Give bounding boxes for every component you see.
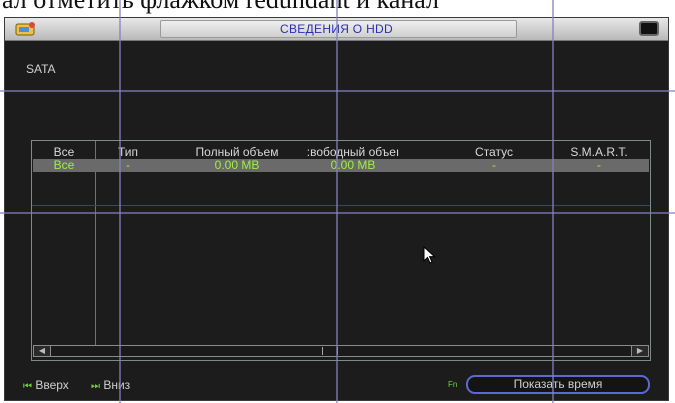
header-total-capacity[interactable]: Полный объем	[178, 146, 296, 159]
fn-key-label: Fn	[448, 380, 458, 389]
page-down-label: Вниз	[103, 378, 131, 392]
guide-line	[0, 90, 675, 92]
page-up-label: Вверх	[35, 378, 69, 392]
table-row[interactable]: Все - 0.00 MB 0.00 MB - -	[33, 159, 649, 172]
mouse-cursor-icon	[423, 246, 436, 264]
guide-line	[0, 212, 675, 214]
header-type[interactable]: Тип	[103, 146, 153, 159]
guide-line	[552, 0, 554, 403]
cell-type: -	[126, 159, 130, 172]
guide-line	[119, 0, 121, 403]
window-button[interactable]	[639, 21, 659, 36]
arrow-left-icon[interactable]: ◀	[34, 346, 51, 356]
page-up-button[interactable]: ⏮ Вверх	[23, 378, 69, 392]
cell-all: Все	[53, 159, 75, 172]
guide-line	[336, 0, 338, 403]
hdd-table: Все Тип Полный объем :вободный объеı Ста…	[31, 140, 651, 361]
row-divider	[32, 205, 650, 206]
cell-free-space: 0.00 MB	[330, 159, 376, 172]
header-free-space[interactable]: :вободный объеı	[298, 146, 408, 159]
skip-back-icon: ⏮	[23, 381, 32, 392]
header-status[interactable]: Статус	[453, 146, 535, 159]
horizontal-scrollbar[interactable]: ◀ ▶	[33, 345, 649, 357]
skip-forward-icon: ⏭	[91, 381, 100, 392]
arrow-right-icon[interactable]: ▶	[631, 346, 648, 356]
page-down-button[interactable]: ⏭ Вниз	[91, 378, 130, 392]
table-header: Все Тип Полный объем :вободный объеı Ста…	[33, 146, 649, 159]
cell-total-capacity: 0.00 MB	[214, 159, 260, 172]
show-time-button[interactable]: Показать время	[466, 375, 650, 394]
cell-status: -	[492, 159, 496, 172]
header-all[interactable]: Все	[33, 146, 95, 159]
header-smart[interactable]: S.M.A.R.T.	[551, 146, 647, 159]
cell-smart: -	[597, 159, 601, 172]
device-type-label: SATA	[26, 62, 56, 76]
